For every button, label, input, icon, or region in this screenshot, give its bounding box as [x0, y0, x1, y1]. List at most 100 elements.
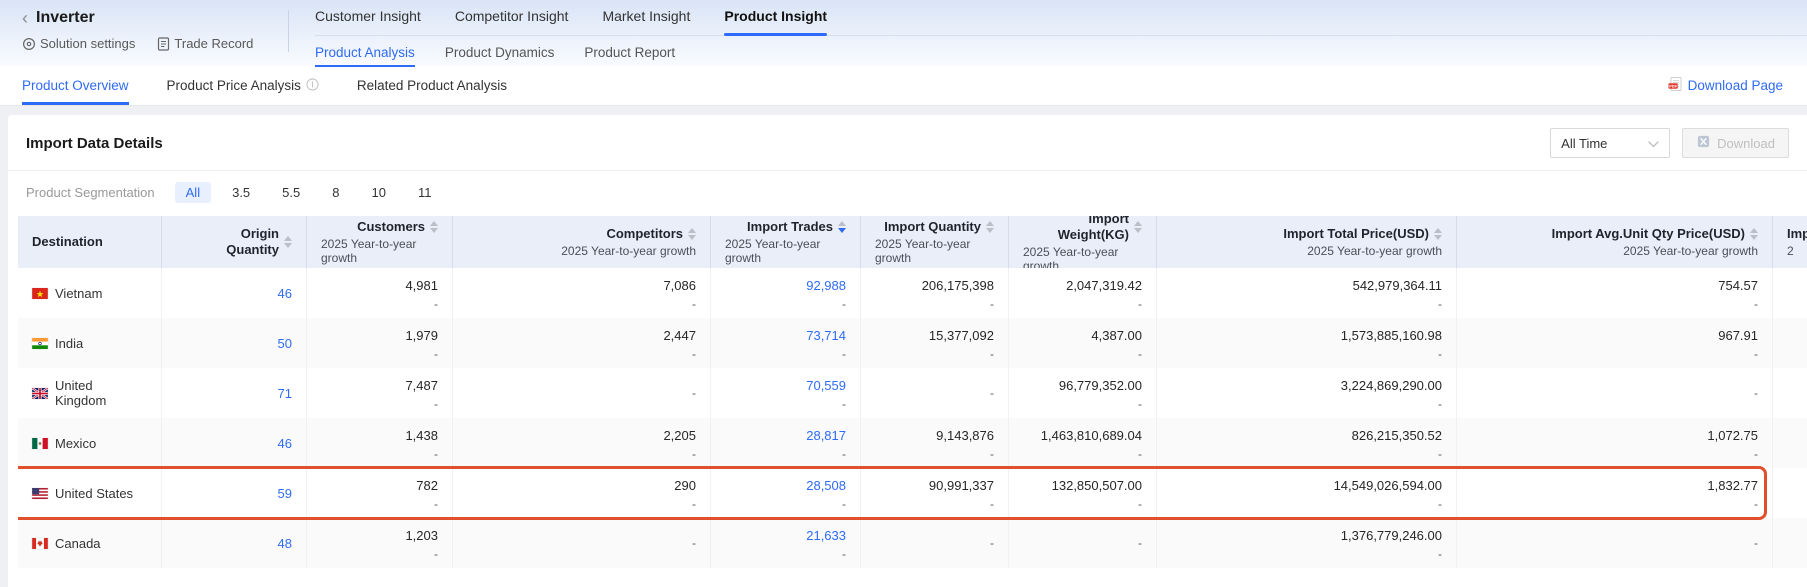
- toolbar-tab-label: Product Overview: [22, 78, 129, 93]
- cell-value: 7,487: [405, 377, 438, 394]
- value-link[interactable]: 48: [278, 535, 292, 552]
- segmentation-chip-10[interactable]: 10: [360, 182, 396, 203]
- toolbar-tab-product-overview[interactable]: Product Overview: [22, 66, 129, 105]
- time-range-select[interactable]: All Time: [1550, 128, 1670, 158]
- data-cell: [1773, 468, 1807, 518]
- sort-icons[interactable]: [688, 228, 696, 240]
- value-link[interactable]: 70,559: [806, 377, 846, 394]
- sort-icons[interactable]: [430, 221, 438, 233]
- segmentation-chip-all[interactable]: All: [175, 182, 211, 203]
- cell-value: 826,215,350.52: [1352, 427, 1442, 444]
- growth-value: -: [692, 498, 696, 510]
- column-label: Import Weight(KG): [1023, 216, 1129, 243]
- growth-value: -: [1138, 298, 1142, 310]
- col-header-import-total-price-usd[interactable]: Import Total Price(USD)2025 Year-to-year…: [1157, 216, 1457, 268]
- main-tab-customer-insight[interactable]: Customer Insight: [315, 8, 421, 24]
- growth-value: -: [990, 498, 994, 510]
- data-cell: -: [861, 518, 1009, 568]
- sort-icons[interactable]: [284, 236, 292, 248]
- cell-value: 7,086: [663, 277, 696, 294]
- back-icon[interactable]: ‹: [22, 9, 28, 27]
- growth-value: -: [1438, 498, 1442, 510]
- cell-value: 1,203: [405, 527, 438, 544]
- sub-tab-product-analysis[interactable]: Product Analysis: [315, 45, 415, 60]
- value-link[interactable]: 46: [278, 285, 292, 302]
- data-cell: 1,376,779,246.00-: [1157, 518, 1457, 568]
- column-label: Origin Quantity: [217, 226, 279, 257]
- segmentation-chip-8[interactable]: 8: [321, 182, 350, 203]
- sort-icons[interactable]: [1750, 228, 1758, 240]
- data-cell: 70,559-: [711, 368, 861, 418]
- col-header-origin-quantity[interactable]: Origin Quantity: [162, 216, 307, 268]
- cell-value: 1,979: [405, 327, 438, 344]
- value-link[interactable]: 71: [278, 385, 292, 402]
- toolbar-tab-product-price-analysis[interactable]: Product Price Analysis: [167, 66, 319, 105]
- data-cell: 7,086-: [453, 268, 711, 318]
- data-cell: 15,377,092-: [861, 318, 1009, 368]
- segmentation-chip-5-5[interactable]: 5.5: [271, 182, 311, 203]
- main-tab-product-insight[interactable]: Product Insight: [724, 8, 827, 24]
- col-header-customers[interactable]: Customers2025 Year-to-year growth: [307, 216, 453, 268]
- value-link[interactable]: 46: [278, 435, 292, 452]
- column-label: Import Total Price(USD): [1283, 226, 1429, 242]
- value-link[interactable]: 21,633: [806, 527, 846, 544]
- col-header-import-weight-kg[interactable]: Import Weight(KG)2025 Year-to-year growt…: [1009, 216, 1157, 268]
- data-cell: 826,215,350.52-: [1157, 418, 1457, 468]
- segmentation-chip-3-5[interactable]: 3.5: [221, 182, 261, 203]
- sort-icons[interactable]: [838, 221, 846, 233]
- column-label: Competitors: [606, 226, 683, 242]
- cell-value: 1,573,885,160.98: [1341, 327, 1442, 344]
- value-link[interactable]: 28,508: [806, 477, 846, 494]
- data-cell: [1773, 268, 1807, 318]
- download-page-button[interactable]: PDF Download Page: [1667, 66, 1783, 105]
- sort-descending-icon: [430, 228, 438, 233]
- sort-icons[interactable]: [1434, 228, 1442, 240]
- destination-cell: Vietnam: [18, 268, 162, 318]
- secondary-toolbar: Product Overview Product Price Analysis Re…: [0, 66, 1807, 106]
- growth-value: -: [1138, 498, 1142, 510]
- main-tab-competitor-insight[interactable]: Competitor Insight: [455, 8, 569, 24]
- main-tab-market-insight[interactable]: Market Insight: [602, 8, 690, 24]
- vertical-divider: [288, 10, 289, 52]
- value-link[interactable]: 28,817: [806, 427, 846, 444]
- download-button[interactable]: Download: [1682, 128, 1789, 158]
- table-row-canada: Canada481,203--21,633---1,376,779,246.00…: [18, 518, 1807, 568]
- growth-value: -: [842, 548, 846, 560]
- growth-value: -: [692, 448, 696, 460]
- value-link[interactable]: 59: [278, 485, 292, 502]
- column-growth-subtitle: 2025 Year-to-year growth: [561, 244, 696, 258]
- quick-link-trade-record[interactable]: Trade Record: [157, 36, 253, 51]
- cell-value: 782: [416, 477, 438, 494]
- toolbar-tab-label: Related Product Analysis: [357, 78, 507, 93]
- quick-links: Solution settings Trade Record: [22, 36, 288, 51]
- sort-icons[interactable]: [986, 221, 994, 233]
- table-row-india: India501,979-2,447-73,714-15,377,092-4,3…: [18, 318, 1807, 368]
- value-link[interactable]: 92,988: [806, 277, 846, 294]
- sort-ascending-icon: [430, 221, 438, 226]
- data-cell: -: [1009, 518, 1157, 568]
- col-header-import-avg-unit-qty-price-usd[interactable]: Import Avg.Unit Qty Price(USD)2025 Year-…: [1457, 216, 1773, 268]
- title-block: ‹ Inverter Solution settingsTrade Record: [22, 0, 288, 66]
- sub-tab-product-report[interactable]: Product Report: [584, 45, 675, 60]
- col-header-competitors[interactable]: Competitors 2025 Year-to-year growth: [453, 216, 711, 268]
- cell-value: 4,981: [405, 277, 438, 294]
- sort-icons[interactable]: [1134, 221, 1142, 233]
- value-link[interactable]: 50: [278, 335, 292, 352]
- value-link[interactable]: 73,714: [806, 327, 846, 344]
- data-cell: [1773, 318, 1807, 368]
- sub-tab-product-dynamics[interactable]: Product Dynamics: [445, 45, 555, 60]
- data-cell: 21,633 -: [711, 518, 861, 568]
- quick-link-solution-settings[interactable]: Solution settings: [22, 36, 135, 51]
- data-cell: 1,072.75-: [1457, 418, 1773, 468]
- column-label: Import Trades: [747, 219, 833, 235]
- cell-value: 754.57: [1718, 277, 1758, 294]
- growth-value: -: [842, 498, 846, 510]
- col-header-import-trades[interactable]: Import Trades2025 Year-to-year growth: [711, 216, 861, 268]
- column-label: Import Avg: [1787, 226, 1807, 242]
- segmentation-chips: All 3.5 5.5 8 10 11: [175, 182, 443, 203]
- growth-value: -: [1438, 398, 1442, 410]
- column-growth-subtitle: 2025 Year-to-year growth: [875, 237, 994, 265]
- toolbar-tab-related-product-analysis[interactable]: Related Product Analysis: [357, 66, 507, 105]
- col-header-import-quantity[interactable]: Import Quantity2025 Year-to-year growth: [861, 216, 1009, 268]
- segmentation-chip-11[interactable]: 11: [407, 182, 443, 203]
